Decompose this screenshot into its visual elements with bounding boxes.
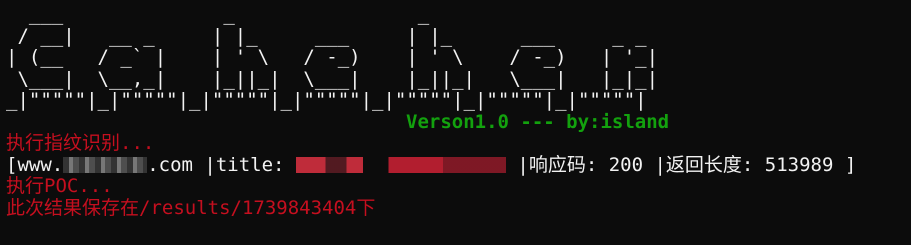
status-fingerprint: 执行指纹识别... (6, 132, 155, 154)
domain-prefix: www. (17, 153, 64, 176)
terminal-window[interactable]: ___ _ _ / __| __ _ | |_ ___ | |_ ___ _ _… (0, 0, 911, 245)
redacted-title (295, 156, 506, 173)
status-saved-path: 此次结果保存在/results/1739843404下 (6, 196, 376, 219)
ascii-banner-line-4: \___| \__,_| |_||_| \___| |_||_| \___| |… (6, 67, 659, 90)
status-code: |响应码: 200 (505, 153, 644, 176)
ascii-banner-line-2: / __| __ _ | |_ ___ | |_ ___ _ _ (6, 24, 647, 47)
status-poc: 执行POC... (6, 175, 113, 197)
domain-suffix: .com (147, 153, 193, 176)
ascii-banner-line-3: | (__ / _` | | ' \ / -_) | ' \ / -_) | '… (6, 46, 659, 68)
scan-result-line: [www. .com |title: |响应码: 200 |返回长度: 51398… (6, 153, 911, 177)
open-bracket: [ (6, 153, 18, 176)
version-line: Verson1.0 --- by:island (6, 110, 911, 134)
redacted-domain (63, 156, 148, 173)
ascii-banner-line-5: _|"""""|_|"""""|_|"""""|_|"""""|_|"""""|… (6, 89, 647, 111)
ascii-banner-line-1: ___ _ _ (6, 3, 430, 25)
title-label: |title: (192, 153, 296, 176)
version-text: Verson1.0 --- by:island (406, 110, 670, 133)
response-length: |返回长度: 513989 ] (643, 153, 857, 176)
